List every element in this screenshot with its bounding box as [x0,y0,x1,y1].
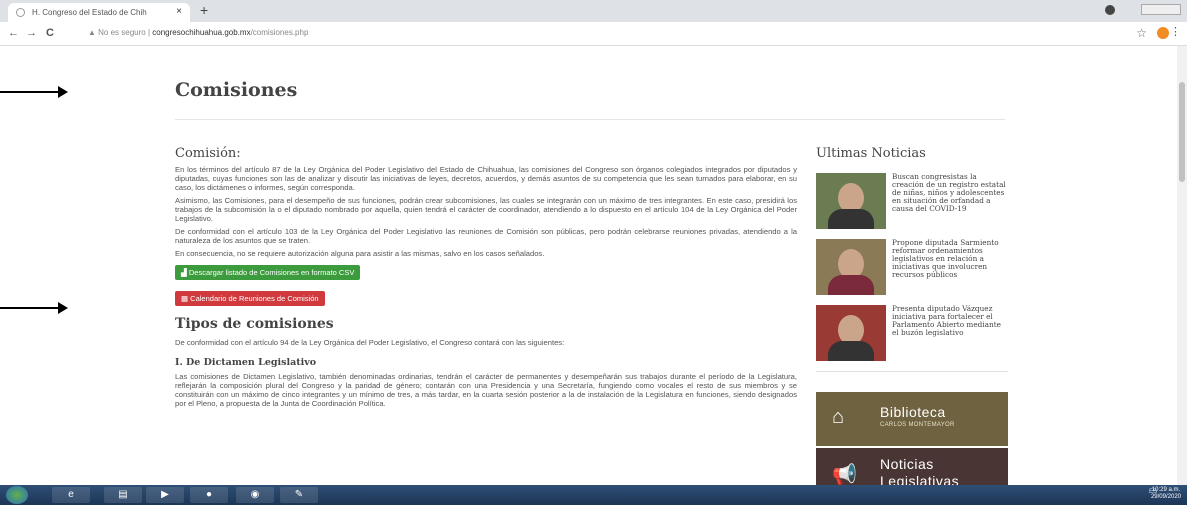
sidebar-title: Ultimas Noticias [816,146,926,161]
back-button[interactable]: ← [8,27,19,39]
dictamen-heading: I. De Dictamen Legislativo [175,357,317,368]
page-viewport: Comisiones Comisión: En los términos del… [0,46,1177,485]
chart-icon: ▟ [181,268,189,277]
ie-taskbar-icon[interactable]: e [52,487,90,503]
biblioteca-banner[interactable]: ⌂ Biblioteca CARLOS MONTEMAYOR [816,392,1008,446]
page-scrollbar[interactable] [1177,46,1187,485]
windows-taskbar: e ▤ ▶ ● ◉ ✎ ES 10:29 a.m. 29/09/2020 [0,485,1187,505]
sidebar: Ultimas Noticias Buscan congresistas la … [816,146,1008,485]
bookmark-star-icon[interactable]: ☆ [1136,26,1147,40]
explorer-taskbar-icon[interactable]: ▤ [104,487,142,503]
close-tab-icon[interactable]: × [176,6,182,17]
title-divider [175,119,1005,120]
firefox-taskbar-icon[interactable]: ● [190,487,228,503]
dictamen-text: Las comisiones de Dictamen Legislativo, … [175,372,797,408]
news-thumbnail[interactable] [816,173,886,229]
paragraph: Asimismo, las Comisiones, para el desemp… [175,196,797,223]
media-taskbar-icon[interactable]: ▶ [146,487,184,503]
paragraph: De conformidad con el artículo 103 de la… [175,227,797,245]
news-item[interactable]: Propone diputada Sarmiento reformar orde… [816,239,1008,296]
news-thumbnail[interactable] [816,239,886,295]
record-icon [1105,5,1115,15]
scrollbar-thumb[interactable] [1179,82,1185,182]
start-button[interactable] [6,486,28,504]
browser-menu-icon[interactable]: ⋮ [1170,25,1181,38]
news-item[interactable]: Buscan congresistas la creación de un re… [816,173,1008,230]
not-secure-label: ▲ No es seguro [88,28,146,37]
address-bar-row: ← → C ▲ No es seguro | congresochihuahua… [0,22,1187,46]
download-csv-label: Descargar listado de Comisiones en forma… [188,268,355,277]
library-icon: ⌂ [832,406,845,428]
biblioteca-title: Biblioteca [880,404,946,420]
globe-icon [16,8,25,17]
calendar-label: Calendario de Reuniones de Comisión [190,294,319,303]
paint-taskbar-icon[interactable]: ✎ [280,487,318,503]
window-buttons[interactable] [1141,4,1181,15]
news-headline[interactable]: Buscan congresistas la creación de un re… [892,173,1008,213]
news-headline[interactable]: Propone diputada Sarmiento reformar orde… [892,239,1008,279]
reload-button[interactable]: C [46,27,54,39]
clock-date: 29/09/2020 [1150,494,1181,500]
window-controls [1103,2,1183,16]
tipos-intro: De conformidad con el artículo 94 de la … [175,338,565,347]
new-tab-button[interactable]: + [200,2,208,18]
noticias-banner[interactable]: 📢 Noticias Legislativas [816,448,1008,485]
download-csv-button[interactable]: ▟ Descargar listado de Comisiones en for… [175,265,361,280]
megaphone-icon: 📢 [832,464,857,485]
page-title: Comisiones [175,79,298,101]
chrome-taskbar-icon[interactable]: ◉ [236,487,274,503]
annotation-arrow [0,86,68,98]
news-headline[interactable]: Presenta diputado Vázquez iniciativa par… [892,305,1008,337]
paragraph: En los términos del artículo 87 de la Le… [175,165,797,192]
forward-button[interactable]: → [26,27,37,39]
url-field[interactable]: ▲ No es seguro | congresochihuahua.gob.m… [88,28,308,37]
browser-tab[interactable]: H. Congreso del Estado de Chih × [8,3,190,22]
calendar-icon: ▦ [181,294,191,303]
tab-title: H. Congreso del Estado de Chih [32,8,147,17]
url-path: /comisiones.php [250,28,309,37]
system-clock[interactable]: 10:29 a.m. 29/09/2020 [1151,487,1181,501]
tipos-heading: Tipos de comisiones [175,316,334,332]
profile-avatar[interactable] [1157,27,1169,39]
biblioteca-subtitle: CARLOS MONTEMAYOR [880,422,955,428]
news-thumbnail[interactable] [816,305,886,361]
news-item[interactable]: Presenta diputado Vázquez iniciativa par… [816,305,1008,362]
paragraph: En consecuencia, no se requiere autoriza… [175,249,545,258]
comision-heading: Comisión: [175,146,241,161]
browser-tab-strip: H. Congreso del Estado de Chih × + [0,0,1187,22]
noticias-title: Noticias Legislativas [880,456,960,485]
clock-time: 10:29 a.m. [1151,487,1181,493]
annotation-arrow [0,302,68,314]
sidebar-divider [816,371,1008,372]
url-host: congresochihuahua.gob.mx [152,28,251,37]
calendar-button[interactable]: ▦ Calendario de Reuniones de Comisión [175,291,325,306]
main-content: Comisión: En los términos del artículo 8… [175,146,797,412]
